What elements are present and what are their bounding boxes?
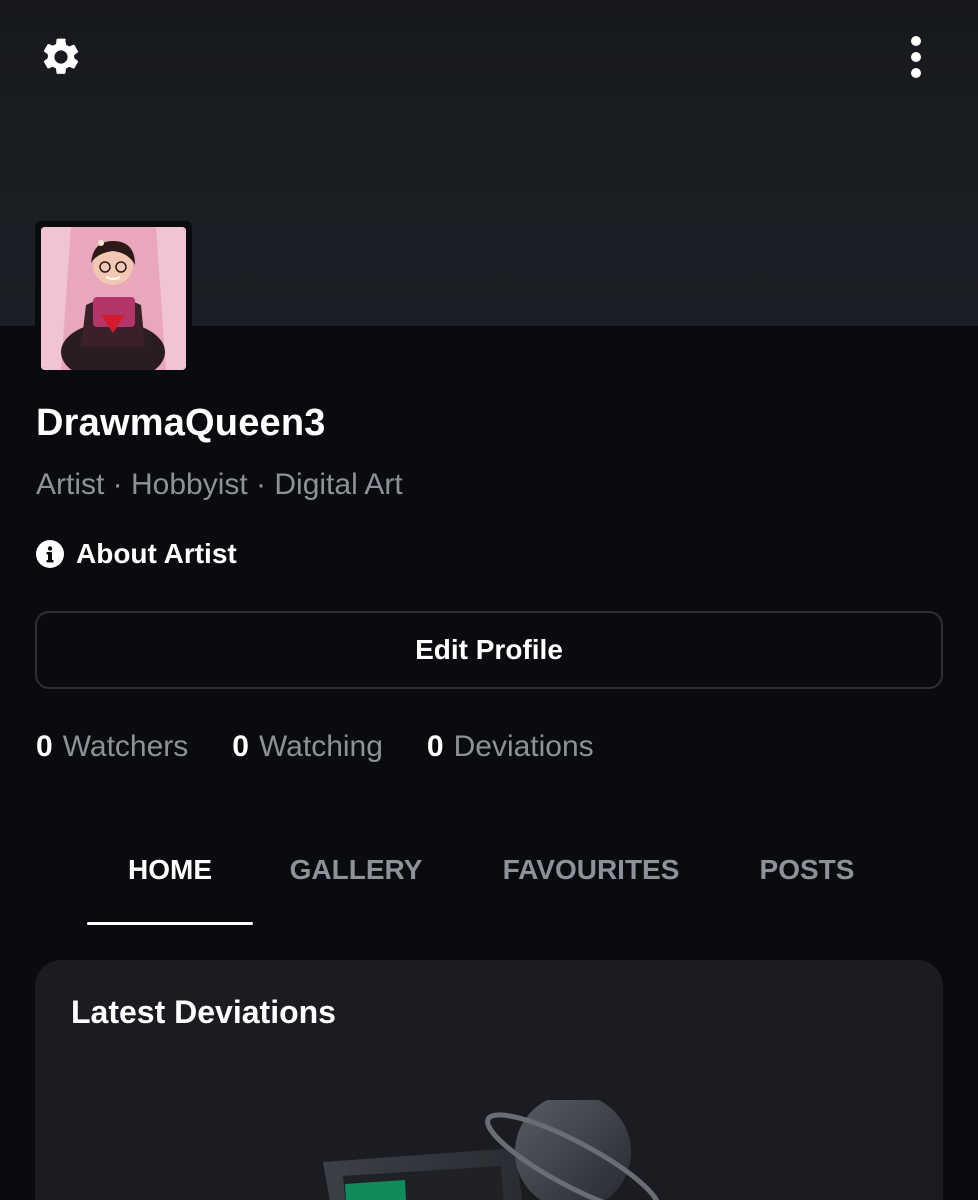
empty-state-illustration bbox=[323, 1100, 661, 1200]
profile-stats: 0 Watchers 0 Watching 0 Deviations bbox=[36, 725, 638, 769]
stat-label: Watching bbox=[258, 730, 383, 763]
tab-home[interactable]: HOME bbox=[87, 840, 253, 928]
username: DrawmaQueen3 bbox=[36, 402, 326, 444]
about-artist-label: About Artist bbox=[76, 538, 237, 569]
stat-watchers[interactable]: 0 Watchers bbox=[36, 730, 188, 764]
stat-count: 0 bbox=[232, 730, 249, 763]
section-title: Latest Deviations bbox=[71, 994, 336, 1030]
stat-deviations[interactable]: 0 Deviations bbox=[427, 730, 594, 764]
tab-favourites[interactable]: FAVOURITES bbox=[476, 840, 706, 928]
about-artist-link[interactable]: About Artist bbox=[36, 535, 237, 573]
profile-tagline: Artist · Hobbyist · Digital Art bbox=[36, 468, 403, 501]
stat-label: Watchers bbox=[62, 730, 189, 763]
edit-profile-button[interactable]: Edit Profile bbox=[35, 611, 943, 689]
avatar-image bbox=[41, 227, 186, 370]
active-tab-indicator bbox=[87, 922, 253, 925]
more-vertical-icon bbox=[911, 36, 921, 78]
avatar[interactable] bbox=[35, 221, 192, 376]
stat-label: Deviations bbox=[453, 730, 594, 763]
info-icon bbox=[36, 540, 64, 568]
profile-tabs: HOME GALLERY FAVOURITES POSTS bbox=[0, 840, 978, 928]
stat-watching[interactable]: 0 Watching bbox=[232, 730, 383, 764]
tab-posts[interactable]: POSTS bbox=[736, 840, 878, 928]
gear-icon bbox=[43, 38, 79, 74]
latest-deviations-card: Latest Deviations bbox=[35, 960, 943, 1200]
tab-gallery[interactable]: GALLERY bbox=[266, 840, 446, 928]
profile-page: DrawmaQueen3 Artist · Hobbyist · Digital… bbox=[0, 0, 978, 1200]
stat-count: 0 bbox=[426, 730, 444, 763]
more-options-button[interactable] bbox=[895, 32, 937, 82]
stat-count: 0 bbox=[36, 730, 53, 763]
settings-button[interactable] bbox=[36, 32, 86, 82]
